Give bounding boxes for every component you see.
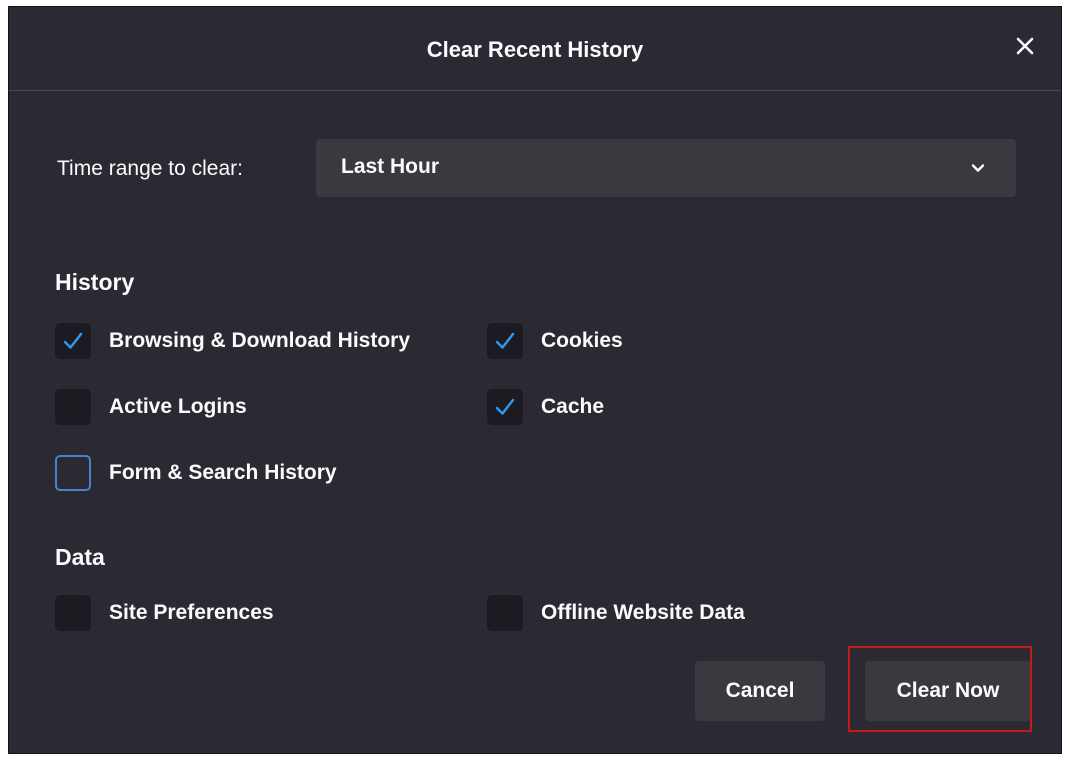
time-range-select[interactable]: Last Hour: [316, 139, 1016, 197]
time-range-label: Time range to clear:: [57, 157, 243, 180]
checkbox-cookies[interactable]: Cookies: [487, 321, 623, 361]
checkbox-box[interactable]: [487, 389, 523, 425]
checkbox-label: Cookies: [541, 329, 623, 352]
close-icon[interactable]: [1011, 32, 1039, 60]
checkmark-icon: [63, 332, 83, 349]
clear-history-dialog: Clear Recent History Time range to clear…: [8, 6, 1062, 754]
checkbox-label: Browsing & Download History: [109, 329, 411, 352]
checkbox-site-preferences[interactable]: Site Preferences: [55, 593, 274, 633]
checkbox-offline-website-data[interactable]: Offline Website Data: [487, 593, 745, 633]
dialog-titlebar: Clear Recent History: [9, 7, 1061, 91]
checkbox-label: Active Logins: [109, 395, 247, 418]
checkbox-cache[interactable]: Cache: [487, 387, 604, 427]
highlight-annotation-box: [848, 646, 1032, 732]
time-range-row: Time range to clear: Last Hour: [9, 139, 1061, 199]
checkbox-form-search-history[interactable]: Form & Search History: [55, 453, 337, 493]
checkbox-active-logins[interactable]: Active Logins: [55, 387, 247, 427]
checkbox-label: Cache: [541, 395, 605, 418]
checkbox-label: Offline Website Data: [541, 601, 745, 624]
checkbox-box[interactable]: [55, 455, 91, 491]
checkbox-box[interactable]: [487, 323, 523, 359]
cancel-button[interactable]: Cancel: [695, 661, 825, 721]
checkbox-box[interactable]: [487, 595, 523, 631]
checkmark-icon: [495, 332, 515, 349]
checkbox-browsing-download-history[interactable]: Browsing & Download History: [55, 321, 410, 361]
data-heading: Data: [55, 544, 105, 570]
checkbox-label: Site Preferences: [109, 601, 274, 624]
dialog-title: Clear Recent History: [426, 37, 644, 62]
chevron-down-icon: [970, 160, 986, 176]
checkmark-icon: [495, 398, 515, 415]
checkbox-box[interactable]: [55, 323, 91, 359]
checkbox-label: Form & Search History: [109, 461, 337, 484]
history-heading: History: [55, 269, 135, 295]
time-range-selected-value: Last Hour: [341, 155, 440, 178]
checkbox-box[interactable]: [55, 595, 91, 631]
checkbox-box[interactable]: [55, 389, 91, 425]
